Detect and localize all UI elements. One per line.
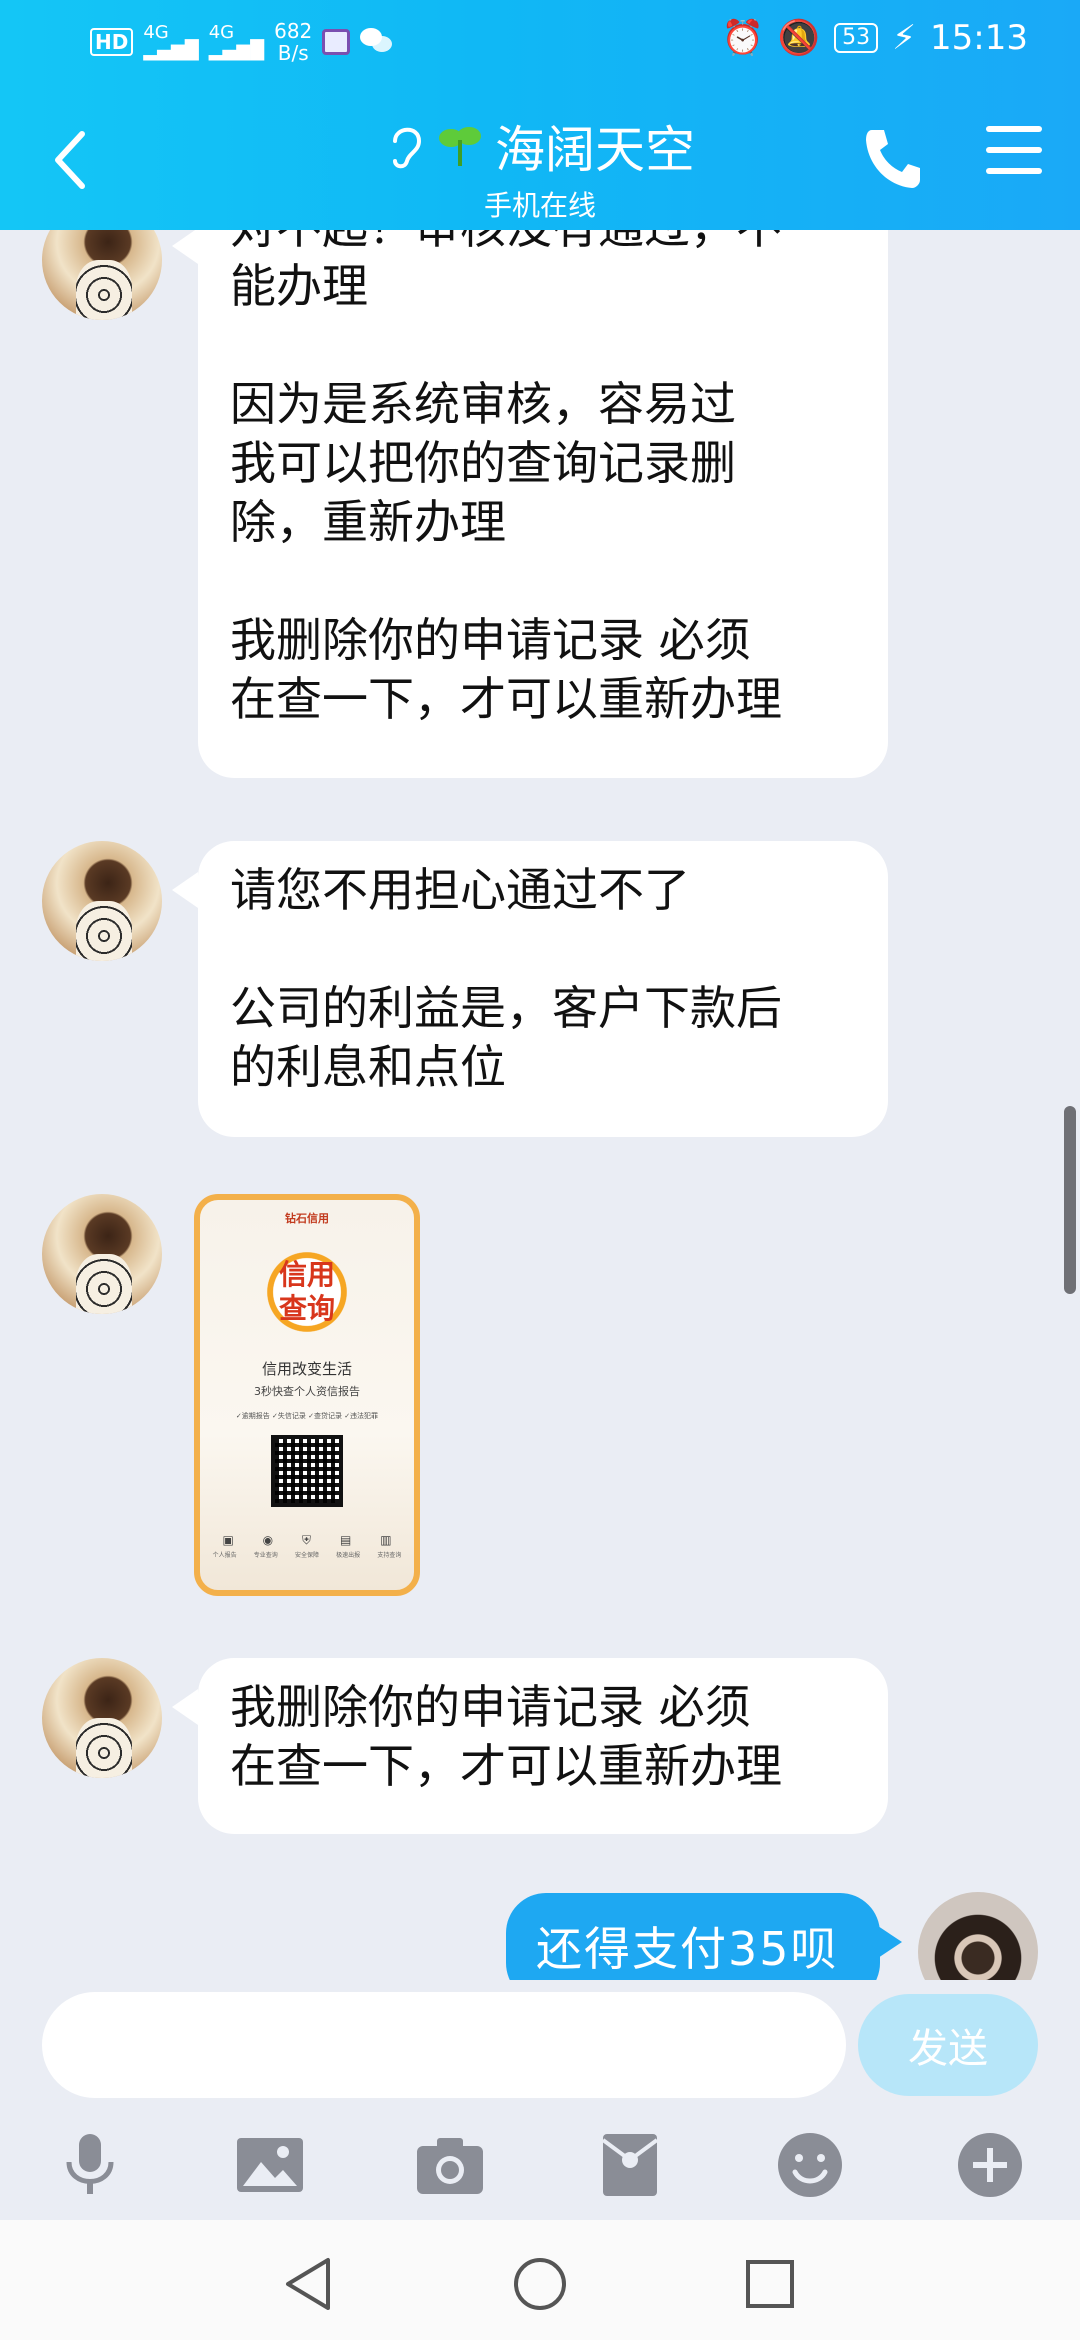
poster-icon-labels: 个人报告 专业查询 安全保障 极速出报 支持查询 (200, 1550, 414, 1559)
microphone-icon[interactable] (55, 2130, 125, 2200)
poster-hero-line1: 信用 (278, 1258, 335, 1291)
nav-back-icon[interactable] (280, 2254, 340, 2314)
plus-icon[interactable] (955, 2130, 1025, 2200)
contact-name[interactable]: 海阔天空 (495, 110, 695, 182)
message-input[interactable] (42, 1992, 846, 2098)
send-button[interactable]: 发送 (858, 1994, 1038, 2096)
contact-avatar[interactable] (42, 1194, 162, 1314)
shield-icon: ⛨ (302, 1533, 312, 1547)
title-bar: 海阔天空 手机在线 (0, 90, 1080, 230)
message-line (230, 552, 856, 611)
net-speed: 682 B/s (274, 20, 312, 64)
message-line: 因为是系统审核，容易过 (230, 377, 736, 431)
query-icon: ◉ (262, 1533, 274, 1547)
menu-icon[interactable] (986, 126, 1042, 182)
wechat-icon (360, 28, 394, 56)
chat-header: HD 4G ▂▄▆█ 4G ▂▄▆█ 682 B/s ⏰ 🔕 53 ⚡ 15:13 (0, 0, 1080, 230)
report-icon: ▣ (222, 1533, 234, 1547)
message-bubble[interactable]: 我删除你的申请记录 必须 在查一下，才可以重新办理 (198, 1658, 888, 1834)
input-toolbar (0, 2110, 1080, 2210)
poster-tags: ✓逾期报告 ✓失信记录 ✓查贷记录 ✓违法犯罪 (235, 1412, 379, 1420)
nav-recents-icon[interactable] (740, 2254, 800, 2314)
message-line: 请您不用担心通过不了 (230, 863, 690, 917)
system-nav-bar (0, 2220, 1080, 2340)
message-line: 我可以把你的查询记录删 (230, 436, 736, 490)
camera-icon[interactable] (415, 2130, 485, 2200)
message-bubble[interactable]: 对不起！审核没有通过，不 能办理 因为是系统审核，容易过 我可以把你的查询记录删… (198, 230, 888, 778)
message-line: 在查一下，才可以重新办理 (230, 1739, 782, 1793)
poster-subtitle: 3秒快查个人资信报告 (254, 1385, 360, 1398)
message-line: 我删除你的申请记录 必须 (230, 1680, 751, 1734)
ear-icon (393, 127, 422, 169)
bubble-tail (172, 1689, 198, 1725)
message-line: 对不起！审核没有通过，不 (230, 230, 856, 257)
image-icon[interactable] (235, 2130, 305, 2200)
poster-icon-label: 安全保障 (294, 1552, 319, 1559)
poster-icon-label: 个人报告 (212, 1552, 237, 1559)
message-bubble[interactable]: 请您不用担心通过不了 公司的利益是，客户下款后 的利息和点位 (198, 841, 888, 1137)
message-line: 除，重新办理 (230, 495, 506, 549)
battery-level: 53 (842, 25, 871, 50)
sprout-icon (439, 127, 481, 166)
message-line (230, 316, 856, 375)
poster-hero-line2: 查询 (278, 1292, 335, 1325)
scrollbar[interactable] (1064, 1106, 1076, 1294)
book-app-icon (322, 29, 351, 55)
message-line: 公司的利益是，客户下款后 (230, 981, 782, 1035)
bubble-tail (878, 1926, 902, 1958)
charging-icon: ⚡ (892, 18, 917, 58)
hd-badge: HD (90, 28, 134, 56)
battery-icon: 53 (834, 23, 879, 53)
message-line: 能办理 (230, 259, 368, 313)
phone-call-icon[interactable] (860, 122, 920, 192)
poster-icon-label: 专业查询 (253, 1552, 278, 1559)
speed-icon: ▤ (339, 1533, 352, 1547)
contact-avatar[interactable] (42, 841, 162, 961)
message-line: 还得支付35呗 (536, 1922, 839, 1976)
poster-slogan: 信用改变生活 (261, 1360, 352, 1378)
status-bar: HD 4G ▂▄▆█ 4G ▂▄▆█ 682 B/s ⏰ 🔕 53 ⚡ 15:13 (0, 0, 1080, 80)
qr-code (271, 1435, 343, 1507)
my-avatar[interactable] (918, 1892, 1038, 1980)
message-line: 的利息和点位 (230, 1040, 506, 1094)
poster-hero: 信用 查询 (252, 1244, 362, 1340)
alarm-icon: ⏰ (721, 18, 764, 58)
image-message[interactable]: 钻石信用 信用 查询 信用改变生活 3秒快查个人资信报告 ✓逾期报告 ✓失信记录… (194, 1194, 420, 1596)
signal-sim2-icon: 4G ▂▄▆█ (208, 22, 265, 61)
bubble-tail (172, 230, 198, 264)
poster-icon-label: 极速出报 (336, 1552, 361, 1559)
bubble-tail (172, 872, 198, 908)
message-list[interactable]: 对不起！审核没有通过，不 能办理 因为是系统审核，容易过 我可以把你的查询记录删… (0, 230, 1080, 1980)
contact-avatar[interactable] (42, 1658, 162, 1778)
poster-icon-label: 支持查询 (377, 1552, 402, 1559)
emoji-icon[interactable] (775, 2130, 845, 2200)
net-speed-unit: B/s (277, 41, 309, 65)
poster-icon-row: ▣ ◉ ⛨ ▤ ▥ (200, 1533, 414, 1548)
signal-sim1-icon: 4G ▂▄▆█ (143, 22, 199, 61)
composer: 发送 (0, 1980, 1080, 2110)
nav-home-icon[interactable] (510, 2254, 570, 2314)
red-packet-icon[interactable] (595, 2130, 665, 2200)
sim1-label: 4G (143, 22, 169, 43)
mute-icon: 🔕 (777, 18, 821, 58)
support-icon: ▥ (380, 1533, 392, 1547)
message-line: 我删除你的申请记录 必须 (230, 613, 751, 667)
poster-brand: 钻石信用 (285, 1212, 329, 1225)
net-speed-value: 682 (274, 19, 313, 43)
contact-avatar[interactable] (42, 230, 162, 320)
status-time: 15:13 (930, 18, 1028, 58)
message-line: 在查一下，才可以重新办理 (230, 672, 782, 726)
my-message-bubble[interactable]: 还得支付35呗 (506, 1893, 880, 1980)
message-line (230, 920, 856, 979)
sim2-label: 4G (208, 22, 235, 43)
